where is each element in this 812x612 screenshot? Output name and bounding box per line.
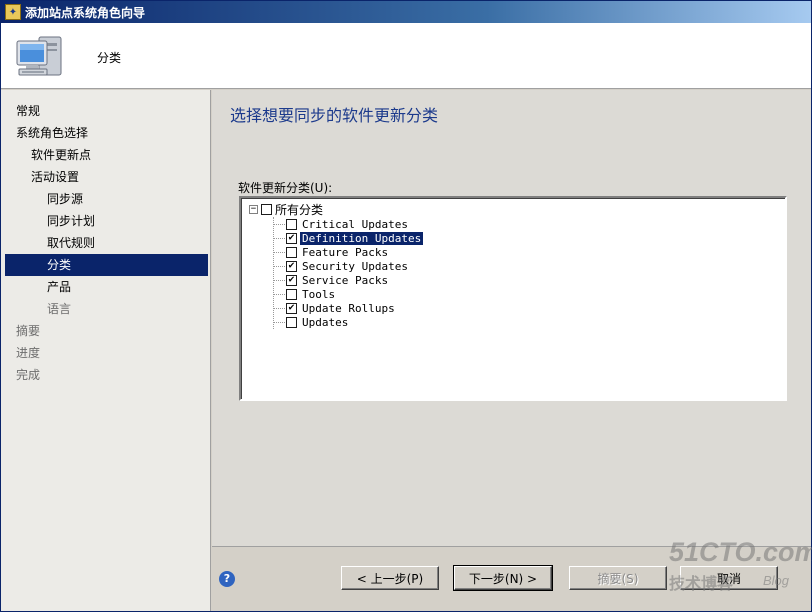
unchecked-checkbox[interactable] [286, 316, 297, 328]
tree-item-label[interactable]: Tools [300, 288, 337, 301]
tree-root-label[interactable]: 所有分类 [275, 201, 323, 218]
checked-checkbox[interactable]: ✔ [286, 232, 297, 244]
tree-item[interactable]: Feature Packs [274, 245, 423, 259]
unchecked-checkbox[interactable] [286, 218, 297, 230]
checked-checkbox[interactable]: ✔ [286, 274, 297, 286]
collapse-icon[interactable]: − [249, 204, 258, 214]
tree-item[interactable]: Updates [274, 315, 423, 329]
tree-item[interactable]: ✔ Security Updates [274, 259, 423, 273]
tree-item-label[interactable]: Service Packs [300, 274, 390, 287]
tree-item-label[interactable]: Updates [300, 316, 350, 329]
checked-checkbox[interactable]: ✔ [286, 302, 297, 314]
classification-tree-label: 软件更新分类(U): [238, 181, 333, 195]
wizard-app-icon: ✦ [5, 4, 21, 20]
cancel-button[interactable]: 取消 [680, 566, 778, 590]
step-products[interactable]: 产品 [5, 276, 208, 298]
tree-item-label[interactable]: Update Rollups [300, 302, 397, 315]
tree-item[interactable]: Critical Updates [274, 217, 423, 231]
step-sync-source[interactable]: 同步源 [5, 188, 208, 210]
step-sync-schedule[interactable]: 同步计划 [5, 210, 208, 232]
step-summary: 摘要 [16, 324, 41, 338]
step-progress: 进度 [16, 346, 41, 360]
title-bar: ✦ 添加站点系统角色向导 [1, 1, 811, 23]
step-completion: 完成 [16, 368, 41, 382]
classification-tree[interactable]: − 所有分类 Critical Updates ✔ Definition Updat… [239, 196, 787, 401]
step-active-settings[interactable]: 活动设置 [5, 166, 208, 188]
next-button[interactable]: 下一步(N) > [453, 565, 553, 591]
step-classifications[interactable]: 分类 [5, 254, 208, 276]
tree-item[interactable]: ✔ Definition Updates [274, 231, 424, 245]
tree-item-label[interactable]: Feature Packs [300, 246, 390, 259]
tree-item-label[interactable]: Definition Updates [300, 231, 424, 245]
checked-checkbox[interactable]: ✔ [286, 260, 297, 272]
window-title: 添加站点系统角色向导 [25, 5, 146, 20]
wizard-content: 选择想要同步的软件更新分类 软件更新分类(U): − 所有分类 Critical… [212, 90, 811, 546]
step-software-update-point[interactable]: 软件更新点 [5, 144, 208, 166]
tree-item-label[interactable]: Critical Updates [300, 218, 410, 231]
summary-button: 摘要(S) [569, 566, 667, 590]
step-general[interactable]: 常规 [5, 100, 208, 122]
tree-children: Critical Updates ✔ Definition Updates Featu… [273, 217, 424, 329]
help-icon[interactable]: ? [219, 571, 235, 587]
unchecked-checkbox[interactable] [286, 288, 297, 300]
tree-root-node[interactable]: − 所有分类 [249, 201, 323, 217]
step-supersedence-rules[interactable]: 取代规则 [5, 232, 208, 254]
page-heading: 选择想要同步的软件更新分类 [230, 106, 439, 125]
wizard-header: 分类 [1, 23, 811, 89]
tree-item[interactable]: ✔ Update Rollups [274, 301, 423, 315]
header-title: 分类 [97, 51, 122, 65]
unchecked-checkbox[interactable] [286, 246, 297, 258]
wizard-window: ✦ 添加站点系统角色向导 分类 常规 系统角色选择 软件更新点 活动设置 同步源… [0, 0, 812, 612]
tree-item[interactable]: Tools [274, 287, 423, 301]
tree-item-label[interactable]: Security Updates [300, 260, 410, 273]
step-system-role-selection[interactable]: 系统角色选择 [5, 122, 208, 144]
root-checkbox[interactable] [261, 203, 272, 215]
computer-icon [16, 36, 62, 76]
wizard-step-list: 常规 系统角色选择 软件更新点 活动设置 同步源 同步计划 取代规则 分类 产品… [1, 90, 211, 611]
back-button[interactable]: < 上一步(P) [341, 566, 439, 590]
step-languages: 语言 [47, 302, 72, 316]
wizard-footer: ? < 上一步(P) 下一步(N) > 摘要(S) 取消 [212, 546, 811, 611]
tree-item[interactable]: ✔ Service Packs [274, 273, 423, 287]
